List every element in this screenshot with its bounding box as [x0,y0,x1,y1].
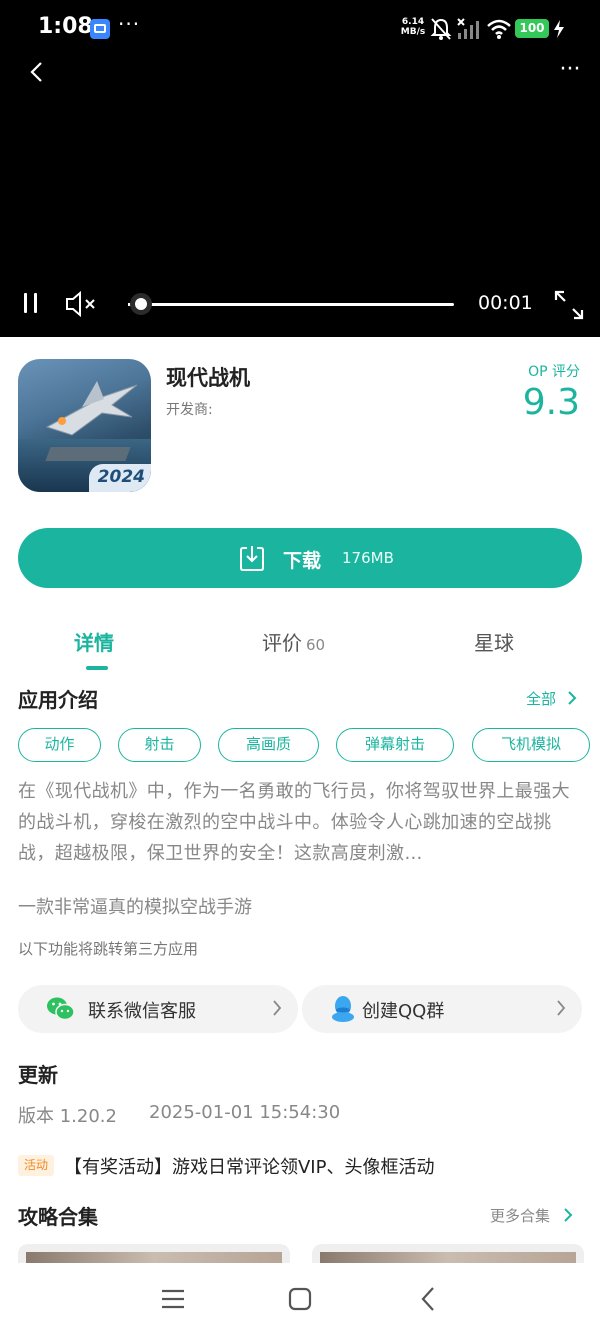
tab-reviews[interactable]: 评价 60 [262,627,325,656]
update-time: 2025-01-01 15:54:30 [149,1102,341,1123]
tab-details[interactable]: 详情 [74,627,114,656]
tab-planet-label: 星球 [474,631,514,655]
view-all-link[interactable]: 全部 [526,688,577,709]
app-tagline: 一款非常逼真的模拟空战手游 [18,897,252,918]
tag-shooter[interactable]: 射击 [118,728,201,762]
year-badge: 2024 [89,464,151,492]
qq-icon [332,996,354,1022]
chevron-right-icon [568,691,577,705]
tag-bullet-hell[interactable]: 弹幕射击 [336,728,454,762]
app-description[interactable]: 在《现代战机》中，作为一名勇敢的飞行员，你将驾驭世界上最强大的战斗机，穿梭在激烈… [18,776,584,869]
chevron-right-icon [273,1000,282,1016]
network-speed: 6.14 MB/s [398,17,428,37]
pause-button[interactable] [20,291,42,317]
fighter-jet-image [45,381,138,436]
year-badge-text: 2024 [97,467,145,487]
notification-app-icon [90,19,110,39]
tag-action[interactable]: 动作 [18,728,101,762]
more-guides-label: 更多合集 [490,1207,551,1225]
developer-label: 开发商: [166,402,213,418]
menu-icon[interactable] [158,1284,188,1314]
download-button[interactable]: 下载 176MB [18,528,582,588]
score-value: 9.3 [522,382,580,423]
wechat-service-button[interactable]: 联系微信客服 [18,985,298,1033]
third-party-note: 以下功能将跳转第三方应用 [18,940,199,958]
app-icon: 2024 [18,359,151,492]
tab-active-indicator [86,666,108,670]
system-nav-bar [0,1263,600,1333]
home-icon[interactable] [285,1284,315,1314]
status-bar: 1:08 ··· 6.14 MB/s 100 [0,0,600,58]
battery-indicator: 100 [515,19,549,38]
activity-link[interactable]: 【有奖活动】游戏日常评论领VIP、头像框活动 [64,1153,434,1179]
chevron-right-icon [557,1000,566,1016]
view-all-label: 全部 [526,690,557,708]
tab-planet[interactable]: 星球 [474,627,514,656]
back-icon[interactable] [414,1284,444,1314]
video-player[interactable]: 1:08 ··· 6.14 MB/s 100 ··· 00:01 [0,0,600,337]
download-size: 176MB [342,549,394,567]
download-label: 下载 [283,550,322,572]
score-label: OP 评分 [528,364,580,380]
muted-speaker-icon[interactable] [64,290,100,318]
network-speed-value: 6.14 [401,17,425,27]
charging-icon [554,20,564,38]
qq-group-button[interactable]: 创建QQ群 [302,985,582,1033]
more-guides-link[interactable]: 更多合集 [490,1205,573,1226]
tab-reviews-label: 评价 [262,631,302,655]
chevron-right-icon [564,1208,573,1222]
tag-list: 动作 射击 高画质 弹幕射击 飞机模拟 [18,728,598,762]
more-notifications-icon: ··· [118,12,141,36]
wifi-icon [487,19,511,39]
tab-details-label: 详情 [74,631,114,655]
video-current-time: 00:01 [478,292,533,314]
download-icon [240,546,264,571]
intro-title: 应用介绍 [18,688,98,712]
fullscreen-icon[interactable] [554,290,584,320]
tag-flight-sim[interactable]: 飞机模拟 [472,728,590,762]
status-time: 1:08 [38,14,93,39]
wechat-icon [47,997,75,1021]
update-title: 更新 [18,1063,58,1087]
app-name: 现代战机 [166,366,250,390]
tag-hd-graphics[interactable]: 高画质 [218,728,319,762]
version-text: 版本 1.20.2 [18,1106,117,1127]
guides-title: 攻略合集 [18,1205,98,1229]
wechat-service-label: 联系微信客服 [88,1001,196,1022]
video-progress-handle[interactable] [130,293,152,315]
signal-icon [457,18,479,39]
back-arrow-icon[interactable] [26,60,50,84]
guide-card-thumbnail[interactable] [18,1244,290,1264]
activity-badge: 活动 [18,1155,54,1176]
qq-group-label: 创建QQ群 [362,1001,445,1022]
tab-reviews-count: 60 [306,636,326,654]
guide-card-thumbnail[interactable] [312,1244,584,1264]
mute-notifications-icon [430,18,452,40]
network-speed-unit: MB/s [400,27,426,37]
more-options-icon[interactable]: ··· [554,59,586,84]
video-progress-bar[interactable] [128,303,454,306]
